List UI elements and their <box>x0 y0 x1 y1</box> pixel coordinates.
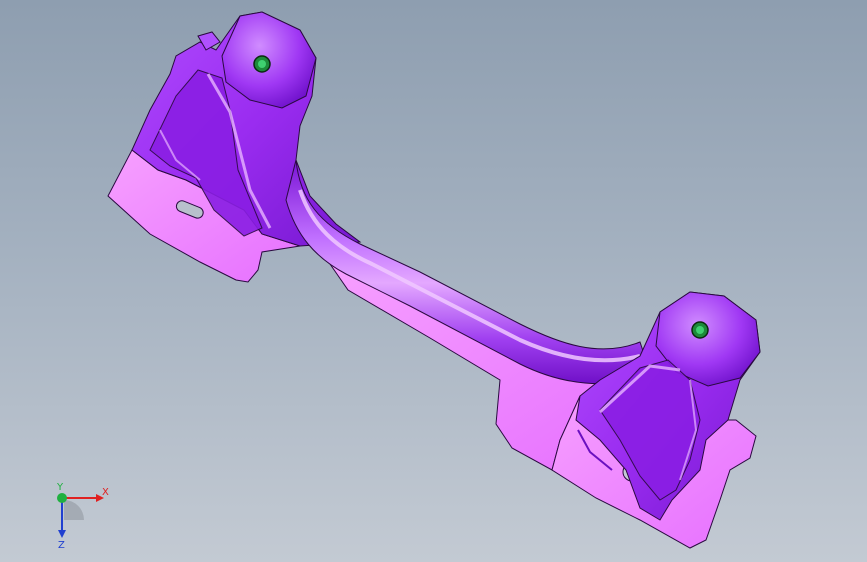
graphics-viewport[interactable]: X Y Z <box>0 0 867 562</box>
right-boss-hole-inner <box>696 326 704 334</box>
z-axis-arrow-icon <box>58 530 66 538</box>
x-axis-label: X <box>102 487 109 498</box>
orientation-triad: X Y Z <box>56 482 109 550</box>
triad-shadow <box>64 500 84 520</box>
y-axis-label: Y <box>56 482 64 493</box>
y-axis-dot-icon <box>57 493 67 503</box>
bracket-3d-model[interactable] <box>0 0 867 562</box>
left-boss-hole-inner <box>258 60 266 68</box>
z-axis-label: Z <box>58 540 65 550</box>
